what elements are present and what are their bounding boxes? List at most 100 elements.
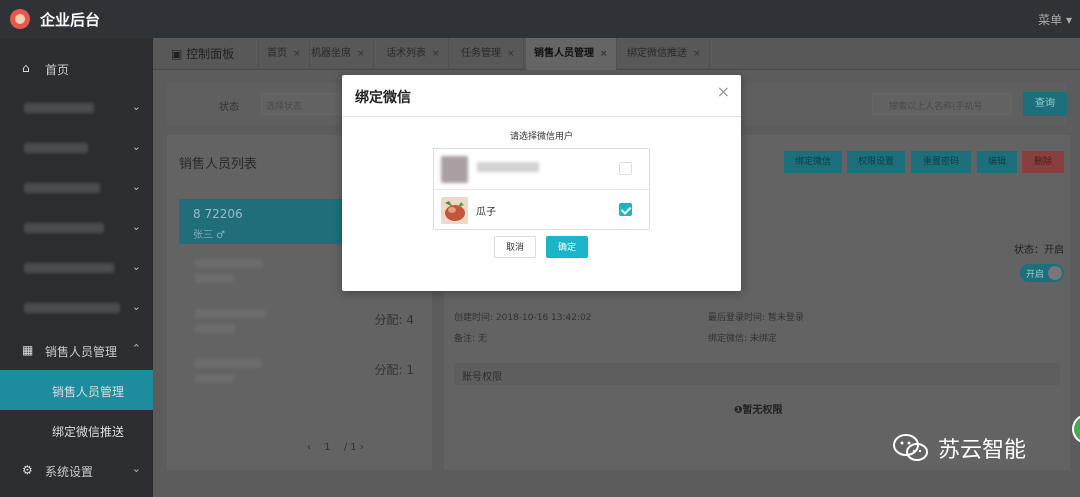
allocation-count: 分配: 1 <box>374 363 415 377</box>
close-icon[interactable]: × <box>693 49 701 59</box>
chevron-down-icon: ⌄ <box>131 220 141 233</box>
panel-title: 销售人员列表 <box>179 157 258 172</box>
edit-button[interactable]: 编辑 <box>977 151 1017 173</box>
top-bar: 企业后台 菜单 ▾ <box>0 0 1080 38</box>
tab-dashboard[interactable]: ▣ 控制面板 <box>163 38 259 70</box>
grid-icon: ▦ <box>22 343 34 357</box>
tab-sales-manage[interactable]: 销售人员管理 × <box>526 38 617 70</box>
wechat-bind-status: 绑定微信: 未绑定 <box>708 334 777 344</box>
tab-home[interactable]: 首页 × <box>259 38 310 70</box>
list-item[interactable]: 分配: 1 <box>179 347 432 392</box>
next-page-icon[interactable]: › <box>360 442 364 453</box>
avatar <box>441 156 468 183</box>
watermark-text: 苏云智能 <box>938 438 1027 463</box>
prev-page-icon[interactable]: ‹ <box>307 442 311 453</box>
list-item[interactable] <box>434 149 649 189</box>
reset-password-button[interactable]: 重置密码 <box>911 151 971 173</box>
status-label: 状态 <box>219 102 239 113</box>
chevron-down-icon: ⌄ <box>131 100 141 113</box>
sidebar-item-blurred-3[interactable]: ⌄ <box>0 168 153 208</box>
bind-wechat-button[interactable]: 绑定微信 <box>784 151 842 173</box>
created-time: 创建时间: 2018-10-16 13:42:02 <box>454 313 592 323</box>
blurred-text <box>195 274 235 283</box>
close-icon[interactable]: × <box>717 84 730 100</box>
sidebar-item-sales-manage[interactable]: 销售人员管理 <box>0 370 153 410</box>
sidebar-item-sales-group[interactable]: ▦ 销售人员管理 ⌃ <box>0 330 153 370</box>
blurred-label <box>24 143 88 153</box>
sidebar-item-label: 绑定微信推送 <box>52 425 125 439</box>
pagination: ‹ 1 / 1 › <box>307 442 364 453</box>
avatar <box>441 197 468 224</box>
sidebar-item-wechat-push[interactable]: 绑定微信推送 <box>0 410 153 450</box>
tab-robot-seat[interactable]: 机器坐席 × <box>303 38 374 70</box>
blurred-text <box>195 324 235 333</box>
cancel-button[interactable]: 取消 <box>494 236 536 258</box>
delete-button[interactable]: 删除 <box>1022 151 1064 173</box>
toggle-knob <box>1048 266 1062 280</box>
page-current[interactable]: 1 <box>324 442 330 453</box>
permission-button[interactable]: 权限设置 <box>847 151 905 173</box>
toggle-label: 开启 <box>1026 270 1045 280</box>
chevron-up-icon: ⌃ <box>131 342 141 355</box>
modal-title: 绑定微信 <box>355 90 411 106</box>
app-logo-icon <box>10 9 30 29</box>
list-item[interactable]: 分配: 4 <box>179 297 432 342</box>
status-text: 状态：开启 <box>1014 245 1064 256</box>
chevron-down-icon: ⌄ <box>131 180 141 193</box>
sidebar-item-label: 销售人员管理 <box>45 345 118 359</box>
remark: 备注: 无 <box>454 334 487 344</box>
chevron-down-icon: ⌄ <box>131 260 141 273</box>
close-icon[interactable]: × <box>293 49 301 59</box>
sidebar-item-label: 系统设置 <box>45 465 94 479</box>
sidebar-item-label: 首页 <box>45 63 70 77</box>
app-title: 企业后台 <box>40 11 101 29</box>
sidebar-item-blurred-2[interactable]: ⌄ <box>0 128 153 168</box>
last-login: 最后登录时间: 暂未登录 <box>708 313 804 323</box>
modal-prompt: 请选择微信用户 <box>509 132 573 142</box>
close-icon[interactable]: × <box>357 49 365 59</box>
chevron-down-icon: ⌄ <box>131 140 141 153</box>
wechat-icon <box>893 434 928 461</box>
tab-script-list[interactable]: 话术列表 × <box>378 38 449 70</box>
sidebar-item-blurred-6[interactable]: ⌄ <box>0 288 153 328</box>
modal-header: 绑定微信 × <box>342 75 741 117</box>
page-total: / 1 <box>343 442 357 453</box>
sidebar: ⌂ 首页 ⌄ ⌄ ⌄ ⌄ ⌄ ⌄ ▦ 销售人员管理 ⌃ 销售人员管理 绑定微信推… <box>0 38 153 497</box>
close-icon[interactable]: × <box>600 49 608 59</box>
user-name: 张三 ♂ <box>193 230 226 241</box>
close-icon[interactable]: × <box>507 49 515 59</box>
monitor-icon: ▣ <box>171 47 187 61</box>
sidebar-item-blurred-4[interactable]: ⌄ <box>0 208 153 248</box>
list-item[interactable]: 瓜子 <box>434 189 649 229</box>
user-checkbox[interactable] <box>619 162 632 175</box>
allocation-count: 分配: 4 <box>374 313 415 327</box>
blurred-text <box>195 359 261 368</box>
sidebar-item-blurred-1[interactable]: ⌄ <box>0 88 153 128</box>
tab-task-manage[interactable]: 任务管理 × <box>453 38 524 70</box>
blurred-label <box>24 103 94 113</box>
blurred-text <box>195 309 267 318</box>
blurred-label <box>24 183 100 193</box>
confirm-button[interactable]: 确定 <box>546 236 588 258</box>
search-input[interactable]: 搜索以上人名称(手机号 <box>872 93 1012 115</box>
status-select[interactable]: 选择状态 <box>261 93 351 115</box>
tab-wechat-push[interactable]: 绑定微信推送 × <box>619 38 710 70</box>
sidebar-item-label: 销售人员管理 <box>52 385 125 399</box>
query-button[interactable]: 查询 <box>1023 92 1067 116</box>
blurred-label <box>24 223 104 233</box>
sidebar-item-blurred-5[interactable]: ⌄ <box>0 248 153 288</box>
blurred-text <box>195 374 235 383</box>
top-menu-button[interactable]: 菜单 ▾ <box>1038 11 1072 28</box>
phone-number: 8 72206 <box>193 207 243 221</box>
chevron-down-icon: ⌄ <box>131 462 141 475</box>
bind-wechat-modal: 绑定微信 × 请选择微信用户 瓜子 取消 确定 <box>342 75 741 291</box>
sidebar-item-system[interactable]: ⚙ 系统设置 ⌄ <box>0 450 153 490</box>
empty-permission-text: ❶暂无权限 <box>734 405 783 416</box>
section-header: 账号权限 <box>454 363 1060 385</box>
sidebar-item-home[interactable]: ⌂ 首页 <box>0 48 153 88</box>
close-icon[interactable]: × <box>432 49 440 59</box>
blurred-name <box>477 162 539 172</box>
blurred-text <box>195 259 263 268</box>
status-toggle[interactable]: 开启 <box>1020 264 1064 282</box>
user-checkbox[interactable] <box>619 203 632 216</box>
